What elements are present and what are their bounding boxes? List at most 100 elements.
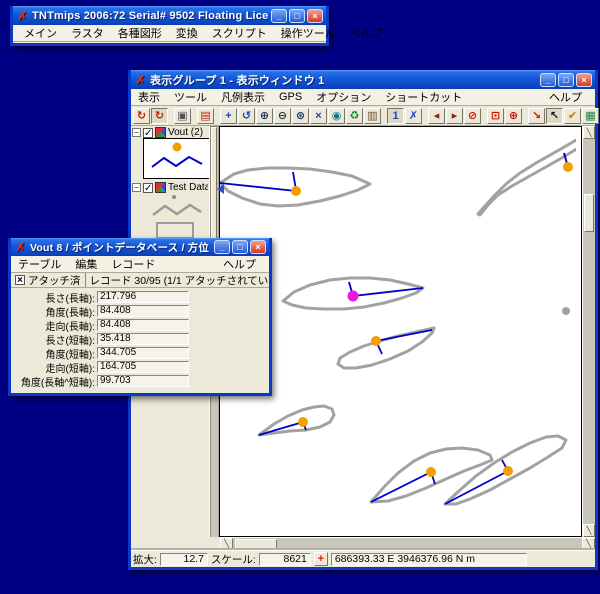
zoom-out-icon[interactable]: ⊖ xyxy=(274,108,291,124)
locate-icon[interactable]: ⊕ xyxy=(505,108,522,124)
field-value-input[interactable]: 344.705 xyxy=(97,347,189,359)
select-arrow-icon[interactable]: ↖ xyxy=(546,108,563,124)
menu-item-help[interactable]: ヘルプ xyxy=(542,89,589,105)
minimize-button[interactable]: _ xyxy=(214,240,230,254)
canvas-vscrollbar[interactable]: ╲ ╲ xyxy=(582,126,595,537)
rotate-icon[interactable]: ↺ xyxy=(238,108,255,124)
refresh-layers-icon[interactable]: ♻ xyxy=(346,108,363,124)
layer-row-vout[interactable]: − ✓ Vout (2) xyxy=(131,126,218,138)
frame-icon[interactable]: ▣ xyxy=(174,108,191,124)
polygon-sample-icon xyxy=(157,223,193,238)
minimize-button[interactable]: _ xyxy=(271,9,287,23)
menu-item[interactable]: メイン xyxy=(17,25,64,41)
point-marker[interactable] xyxy=(298,417,308,427)
menu-item[interactable]: スクリプト xyxy=(205,25,274,41)
menu-item[interactable]: 各種図形 xyxy=(111,25,169,41)
menu-item[interactable]: 表示 xyxy=(131,89,167,105)
point-sample-icon xyxy=(173,143,182,152)
snapshot-icon[interactable]: ▥ xyxy=(364,108,381,124)
layer-label[interactable]: Vout (2) xyxy=(168,127,203,138)
panel-sash-arrow[interactable] xyxy=(217,184,224,194)
field-value-input[interactable]: 99.703 xyxy=(97,375,189,387)
collapse-icon[interactable]: − xyxy=(132,183,141,192)
image-icon[interactable]: ▦ xyxy=(582,108,599,124)
tool-xy-icon[interactable]: ✗ xyxy=(405,108,422,124)
scroll-up-arrow[interactable]: ╲ xyxy=(583,126,595,139)
db-fields-area: 長さ(長軸):217.796角度(長軸):84.408走向(長軸):84.408… xyxy=(11,288,269,388)
collapse-icon[interactable]: − xyxy=(132,128,141,137)
redraw-icon[interactable]: ↻ xyxy=(133,108,150,124)
menu-item[interactable]: ラスタ xyxy=(64,25,111,41)
maximize-button[interactable]: □ xyxy=(289,9,305,23)
cursor-coordinates: 686393.33 E 3946376.96 N m xyxy=(331,553,527,566)
layer-visibility-checkbox[interactable]: ✓ xyxy=(143,183,153,193)
point-marker[interactable] xyxy=(562,307,570,315)
field-value-input[interactable]: 164.705 xyxy=(97,361,189,373)
menu-item[interactable]: オプション xyxy=(309,89,378,105)
close-button[interactable]: × xyxy=(250,240,266,254)
zoom-full-icon[interactable]: ⊛ xyxy=(292,108,309,124)
shape-outline[interactable] xyxy=(478,139,576,215)
scrollbar-thumb[interactable] xyxy=(235,539,277,549)
field-value-input[interactable]: 84.408 xyxy=(97,319,189,331)
menu-item-help[interactable]: ヘルプ xyxy=(216,256,263,272)
globe-icon[interactable]: ◉ xyxy=(328,108,345,124)
point-marker[interactable] xyxy=(426,467,436,477)
scroll-right-arrow[interactable]: ╲ xyxy=(582,538,595,550)
maximize-button[interactable]: □ xyxy=(232,240,248,254)
fit-view-icon[interactable]: × xyxy=(310,108,327,124)
tool-1x-icon[interactable]: 1 xyxy=(387,108,404,124)
point-marker[interactable] xyxy=(291,186,301,196)
scroll-left-arrow[interactable]: ╲ xyxy=(220,538,233,550)
menu-item[interactable]: ツール xyxy=(167,89,214,105)
menu-item[interactable]: 凡例表示 xyxy=(214,89,272,105)
layer-label[interactable]: Test Data xyxy=(168,182,208,193)
menu-item[interactable]: ショートカット xyxy=(378,89,469,105)
menu-item[interactable]: 編集 xyxy=(68,256,104,272)
menu-item[interactable]: ヘルプ xyxy=(343,25,390,41)
close-button[interactable]: × xyxy=(307,9,323,23)
auto-redraw-icon[interactable]: ↻ xyxy=(151,108,168,124)
db-titlebar[interactable]: ✗ Vout 8 / ポイントデータベース / 方位 _ □ × xyxy=(11,238,269,256)
prev-view-icon[interactable]: ◂ xyxy=(428,108,445,124)
layer-legend-vout[interactable] xyxy=(143,138,211,179)
next-view-icon[interactable]: ▸ xyxy=(446,108,463,124)
menu-item[interactable]: テーブル xyxy=(11,256,68,272)
selected-point-marker[interactable] xyxy=(348,291,359,302)
display-titlebar[interactable]: ✗ 表示グループ 1 - 表示ウィンドウ 1 _ □ × xyxy=(131,70,595,89)
main-titlebar[interactable]: ✗ TNTmips 2006:72 Serial# 9502 Floating … xyxy=(13,6,326,25)
point-marker[interactable] xyxy=(371,336,381,346)
menu-item[interactable]: 変換 xyxy=(169,25,205,41)
layer-row-testdata[interactable]: − ✓ Test Data xyxy=(131,181,218,193)
scroll-down-arrow[interactable]: ╲ xyxy=(583,524,595,537)
menu-item[interactable]: GPS xyxy=(272,91,309,103)
add-layer-icon[interactable]: ▤ xyxy=(197,108,214,124)
canvas-hscrollbar[interactable]: ╲ ╲ xyxy=(220,537,595,550)
scale-label: スケール: xyxy=(211,552,256,567)
field-value-input[interactable]: 84.408 xyxy=(97,305,189,317)
close-button[interactable]: × xyxy=(576,73,592,87)
field-value-input[interactable]: 217.796 xyxy=(97,291,189,303)
minimize-button[interactable]: _ xyxy=(540,73,556,87)
point-marker[interactable] xyxy=(563,162,573,172)
scale-value[interactable]: 8621 xyxy=(259,553,311,566)
shape-outline[interactable] xyxy=(338,328,434,368)
map-canvas[interactable] xyxy=(219,126,582,537)
point-marker[interactable] xyxy=(503,466,513,476)
position-crosshair-button[interactable]: + xyxy=(314,552,328,566)
goto-point-icon[interactable]: ↘ xyxy=(528,108,545,124)
layer-visibility-checkbox[interactable]: ✓ xyxy=(143,128,153,138)
zoom-in-icon[interactable]: ⊕ xyxy=(256,108,273,124)
shape-outline[interactable] xyxy=(259,406,334,435)
pan-icon[interactable]: + xyxy=(220,108,237,124)
attached-checkbox[interactable]: × xyxy=(15,275,25,285)
menu-item[interactable]: 操作ツール xyxy=(274,25,343,41)
scrollbar-thumb[interactable] xyxy=(584,194,594,232)
maximize-button[interactable]: □ xyxy=(558,73,574,87)
edit-style-icon[interactable]: ✔ xyxy=(564,108,581,124)
menu-item[interactable]: レコード xyxy=(104,256,162,272)
major-axis-line[interactable] xyxy=(220,183,296,191)
field-value-input[interactable]: 35.418 xyxy=(97,333,189,345)
cancel-icon[interactable]: ⊘ xyxy=(464,108,481,124)
zoom-box-icon[interactable]: ⊡ xyxy=(487,108,504,124)
